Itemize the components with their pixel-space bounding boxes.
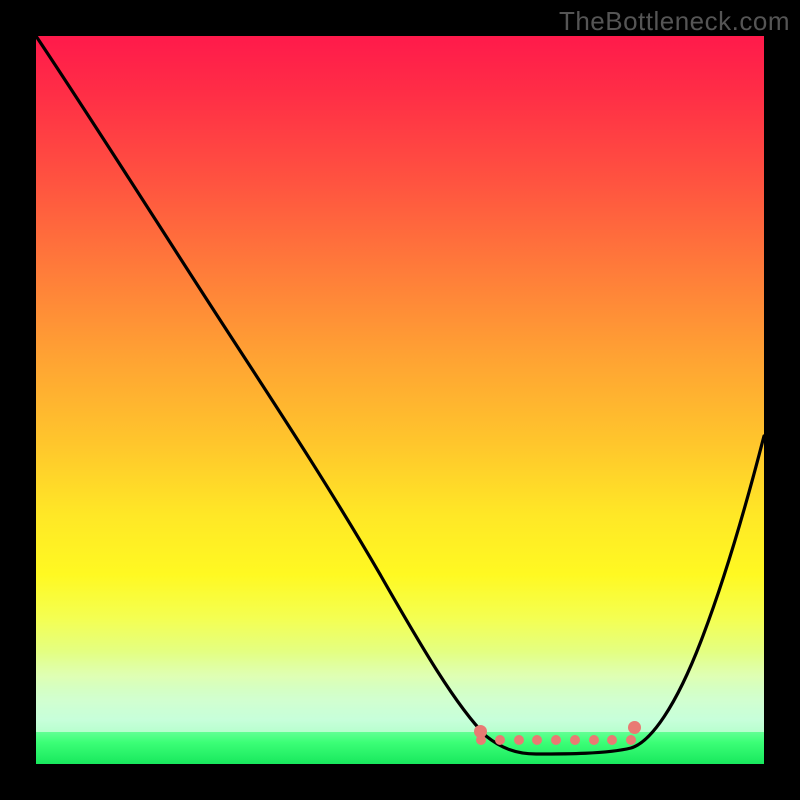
optimal-marker-dot	[551, 735, 561, 745]
optimal-marker-dot	[495, 735, 505, 745]
optimal-marker-dot	[514, 735, 524, 745]
optimal-marker-dot	[626, 735, 636, 745]
optimal-marker-dot	[589, 735, 599, 745]
watermark-text: TheBottleneck.com	[559, 6, 790, 37]
optimal-marker-dot	[607, 735, 617, 745]
plot-area	[36, 36, 764, 764]
optimal-range-markers	[476, 734, 636, 746]
chart-frame: TheBottleneck.com	[0, 0, 800, 800]
optimal-marker-dot	[570, 735, 580, 745]
bottleneck-curve	[36, 36, 764, 764]
optimal-range-end-marker	[628, 721, 641, 734]
optimal-marker-dot	[532, 735, 542, 745]
optimal-marker-dot	[476, 735, 486, 745]
curve-path	[36, 36, 764, 754]
